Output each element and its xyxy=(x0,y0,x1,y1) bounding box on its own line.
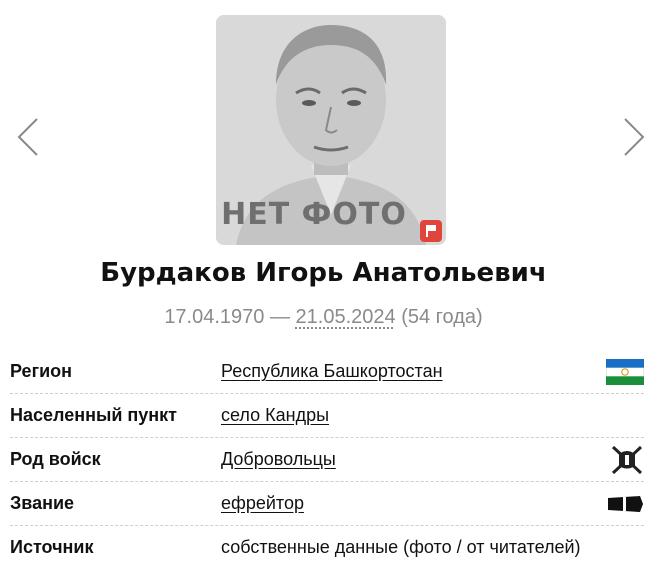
details-row-settlement: Населенный пункт село Кандры xyxy=(10,394,644,438)
bashkortostan-flag-icon xyxy=(606,358,644,385)
details-row-branch: Род войск Добровольцы xyxy=(10,438,644,482)
source-value: собственные данные (фото / от читателей) xyxy=(221,537,581,557)
region-label: Регион xyxy=(10,361,72,381)
details-table: Регион Республика Башкортостан Населенны… xyxy=(10,350,644,569)
prev-arrow-button[interactable] xyxy=(15,116,41,158)
rank-label: Звание xyxy=(10,493,75,513)
report-button[interactable] xyxy=(420,220,442,242)
age: (54 года) xyxy=(395,306,483,328)
settlement-label: Населенный пункт xyxy=(10,405,178,425)
rank-link[interactable]: ефрейтор xyxy=(221,493,304,514)
details-row-source: Источник собственные данные (фото / от ч… xyxy=(10,526,644,569)
details-row-region: Регион Республика Башкортостан xyxy=(10,350,644,394)
chevron-right-icon xyxy=(624,118,645,156)
next-arrow-button[interactable] xyxy=(621,116,647,158)
region-link[interactable]: Республика Башкортостан xyxy=(221,361,443,382)
profile-photo: НЕТ ФОТО xyxy=(216,15,446,245)
date-separator: — xyxy=(264,306,296,328)
crossed-swords-helmet-icon xyxy=(611,445,643,474)
source-label: Источник xyxy=(10,537,94,557)
settlement-link[interactable]: село Кандры xyxy=(221,405,329,426)
birth-date: 17.04.1970 xyxy=(164,306,265,328)
branch-label: Род войск xyxy=(10,449,101,469)
life-dates: 17.04.1970 — 21.05.2024 (54 года) xyxy=(0,306,647,329)
flag-icon xyxy=(426,225,436,237)
branch-link[interactable]: Добровольцы xyxy=(221,449,336,470)
person-name: Бурдаков Игорь Анатольевич xyxy=(100,258,547,288)
chevron-left-icon xyxy=(17,118,38,156)
details-row-rank: Звание ефрейтор xyxy=(10,482,644,526)
death-date-link[interactable]: 21.05.2024 xyxy=(296,306,396,328)
no-photo-label: НЕТ ФОТО xyxy=(221,197,407,232)
rank-epaulette-icon xyxy=(608,495,643,512)
